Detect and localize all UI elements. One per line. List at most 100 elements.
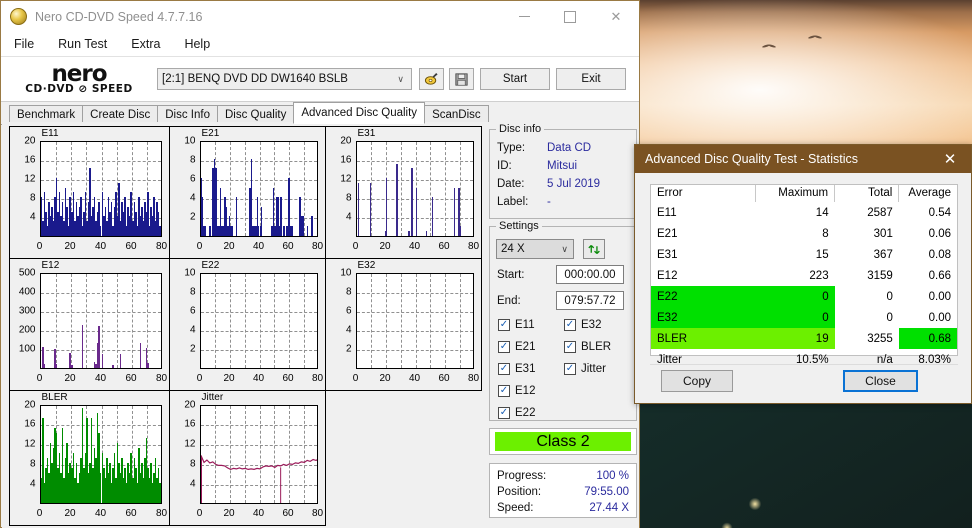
disc-speed-icon-button[interactable] [419, 68, 444, 90]
class-result-panel: Class 2 [489, 428, 637, 455]
minimize-button[interactable] [501, 1, 547, 32]
checkbox-jitter[interactable]: ✓ Jitter [564, 363, 606, 375]
checkbox-bler[interactable]: ✓ BLER [564, 341, 611, 353]
cell-maximum: 0 [755, 307, 835, 328]
close-button[interactable]: ✕ [593, 1, 639, 32]
close-button[interactable]: Close [843, 370, 918, 392]
table-row[interactable]: E21 8 301 0.06 [651, 223, 957, 244]
drive-select[interactable]: [2:1] BENQ DVD DD DW1640 BSLB ∨ [157, 68, 412, 90]
y-axis-tick-label: 2 [189, 211, 196, 223]
x-axis-tick-label: 0 [196, 372, 203, 384]
chart-bar [283, 225, 285, 236]
checkbox-e31[interactable]: ✓ E31 [498, 363, 535, 375]
chart-bar [396, 163, 398, 236]
x-axis-tick-label: 40 [252, 372, 265, 384]
x-axis-tick-label: 40 [408, 372, 421, 384]
save-button[interactable] [449, 68, 474, 90]
cell-maximum: 223 [809, 269, 829, 282]
end-field[interactable]: 079:57.72 [556, 291, 624, 310]
checkbox-e12[interactable]: ✓ E12 [498, 385, 535, 397]
cell-total: 0 [886, 311, 893, 324]
gridline-vertical [230, 273, 231, 368]
menu-item-file[interactable]: File [11, 35, 37, 53]
y-axis-tick-label: 4 [189, 324, 196, 336]
gridline-horizontal [200, 292, 317, 294]
class-result-badge: Class 2 [495, 432, 631, 451]
chart-plot-area [39, 272, 162, 369]
y-axis-tick-label: 8 [345, 286, 352, 298]
chart-plot-area [199, 272, 318, 369]
progress-value: 100 % [596, 470, 629, 482]
chart-bar [139, 342, 142, 368]
gridline-vertical [259, 273, 261, 368]
checkbox-e21[interactable]: ✓ E21 [498, 341, 535, 353]
cell-maximum: 0 [755, 286, 835, 307]
table-row[interactable]: E12 223 3159 0.66 [651, 265, 957, 286]
save-icon [455, 72, 468, 86]
window-title: Nero CD-DVD Speed 4.7.7.16 [35, 9, 203, 24]
window-controls: ✕ [501, 1, 639, 32]
chart-panel-e11: E11 4 8 12 16 20 0 20 40 60 80 [8, 125, 170, 259]
checkbox-label: E21 [515, 341, 536, 353]
chart-bar [431, 197, 434, 236]
y-axis-tick-label: 12 [24, 438, 36, 450]
exit-button[interactable]: Exit [556, 68, 626, 90]
checkbox-e11[interactable]: ✓ E11 [498, 319, 535, 331]
table-row[interactable]: E22 0 0 0.00 [651, 286, 957, 307]
disc-info-date-label: Date: [497, 178, 525, 190]
start-button[interactable]: Start [480, 68, 550, 90]
chart-bar [235, 197, 238, 236]
x-axis-tick-label: 40 [94, 240, 107, 252]
gridline-vertical [386, 273, 387, 368]
menu-item-run-test[interactable]: Run Test [55, 35, 110, 53]
y-axis-tick-label: 100 [18, 343, 36, 355]
y-axis-tick-label: 4 [29, 211, 36, 223]
chart-bar [55, 363, 58, 368]
column-header-total: Total [834, 185, 900, 202]
chart-bar [386, 177, 388, 236]
statistics-close-button[interactable]: ✕ [929, 145, 971, 173]
chart-bar [311, 216, 313, 236]
maximize-button[interactable] [547, 1, 593, 32]
checkbox-box: ✓ [498, 407, 510, 419]
x-axis-tick-label: 0 [352, 372, 359, 384]
chart-bar [81, 325, 84, 368]
window-titlebar[interactable]: Nero CD-DVD Speed 4.7.7.16 ✕ [1, 1, 639, 32]
cell-average: 0.00 [928, 311, 951, 324]
checkbox-label: BLER [581, 341, 612, 353]
chevron-down-icon: ∨ [561, 243, 568, 254]
gridline-vertical [289, 273, 290, 368]
refresh-button[interactable] [583, 239, 605, 259]
chart-panel-jitter: Jitter 4 8 12 16 20 0 20 40 60 80 [168, 389, 326, 526]
x-axis-tick-label: 20 [64, 507, 76, 519]
gridline-horizontal [200, 350, 317, 352]
chart-panel-e22: E22 2 4 6 8 10 0 20 40 60 80 [168, 257, 326, 391]
table-row[interactable]: E11 14 2587 0.54 [651, 202, 957, 223]
cell-error: E21 [657, 227, 678, 240]
checkbox-e22[interactable]: ✓ E22 [498, 407, 535, 419]
chart-title: E22 [201, 259, 220, 271]
y-axis-tick-label: 16 [184, 418, 196, 430]
cell-error: E12 [657, 269, 678, 282]
y-axis-tick-label: 8 [189, 458, 196, 470]
speed-select[interactable]: 24 X ∨ [496, 239, 574, 259]
gridline-vertical-minor [215, 273, 217, 368]
menu-item-extra[interactable]: Extra [128, 35, 163, 53]
chart-bar [231, 225, 233, 236]
checkbox-e32[interactable]: ✓ E32 [564, 319, 601, 331]
table-row[interactable]: E31 15 367 0.08 [651, 244, 957, 265]
chart-bar [408, 230, 410, 236]
chart-bar [209, 225, 211, 236]
menu-item-help[interactable]: Help [181, 35, 213, 53]
y-axis-tick-label: 8 [189, 154, 196, 166]
x-axis-tick-label: 0 [196, 240, 203, 252]
x-axis-tick-label: 60 [125, 372, 137, 384]
start-field[interactable]: 000:00.00 [556, 265, 624, 284]
tab-advanced-disc-quality[interactable]: Advanced Disc Quality [293, 102, 426, 124]
copy-button[interactable]: Copy [661, 370, 733, 392]
cell-average: 0.68 [898, 328, 957, 349]
table-row[interactable]: BLER 19 3255 0.68 [651, 328, 957, 349]
checkbox-box: ✓ [498, 319, 510, 331]
statistics-dialog-titlebar[interactable]: Advanced Disc Quality Test - Statistics … [635, 145, 971, 173]
table-row[interactable]: E32 0 0 0.00 [651, 307, 957, 328]
